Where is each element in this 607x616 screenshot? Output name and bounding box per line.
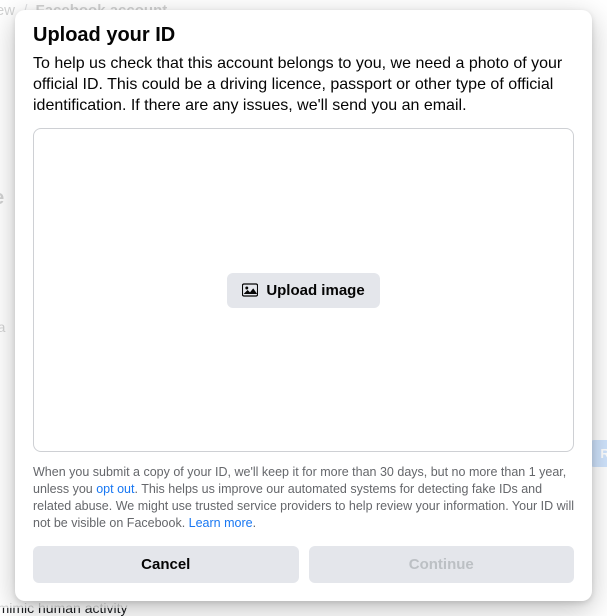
upload-id-modal: Upload your ID To help us check that thi…	[15, 10, 592, 601]
upload-image-button[interactable]: Upload image	[227, 273, 379, 308]
upload-dropzone[interactable]: Upload image	[33, 128, 574, 452]
upload-image-label: Upload image	[266, 282, 364, 299]
opt-out-link[interactable]: opt out	[96, 482, 134, 496]
modal-description: To help us check that this account belon…	[33, 53, 574, 116]
modal-button-row: Cancel Continue	[33, 546, 574, 583]
continue-button[interactable]: Continue	[309, 546, 575, 583]
image-icon	[242, 283, 258, 297]
learn-more-link[interactable]: Learn more	[189, 516, 253, 530]
modal-title: Upload your ID	[33, 24, 574, 47]
disclaimer-text: When you submit a copy of your ID, we'll…	[33, 464, 574, 532]
cancel-button[interactable]: Cancel	[33, 546, 299, 583]
